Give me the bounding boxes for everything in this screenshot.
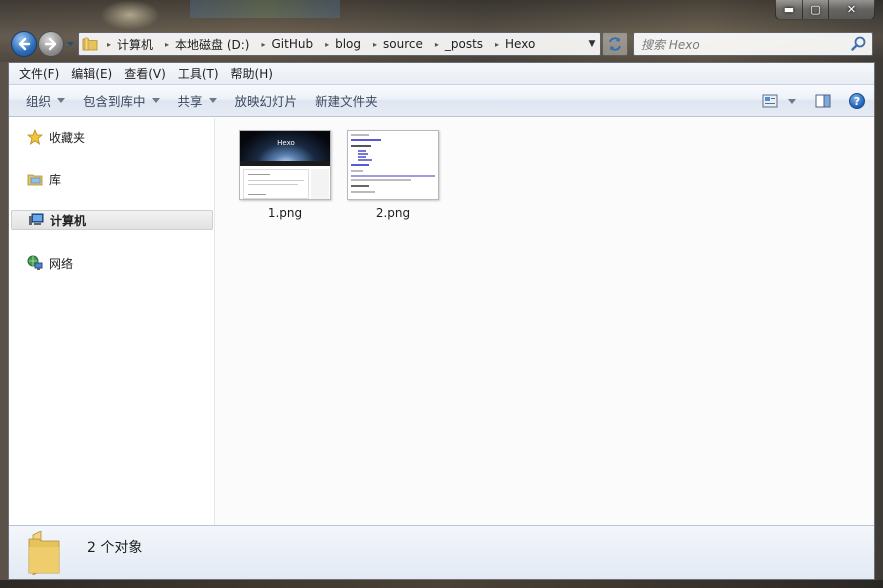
help-button[interactable]: ? — [840, 93, 874, 109]
organize-label: 组织 — [26, 94, 52, 109]
view-icon — [762, 94, 778, 108]
menu-file[interactable]: 文件(F) — [13, 63, 65, 85]
network-icon — [27, 255, 43, 270]
breadcrumb-separator-icon[interactable]: ▸ — [159, 40, 175, 49]
nav-item-libraries[interactable]: 库 — [11, 169, 213, 189]
thumbnail-title: Hexo — [277, 139, 295, 147]
organize-button[interactable]: 组织 — [17, 85, 74, 117]
back-button[interactable] — [11, 31, 37, 57]
recent-pages-dropdown-icon[interactable] — [66, 40, 75, 48]
command-bar: 组织 包含到库中 共享 放映幻灯片 新建文件夹 ? — [9, 85, 874, 117]
item-count: 2 个对象 — [87, 539, 143, 556]
breadcrumb-separator-icon[interactable]: ▸ — [319, 40, 335, 49]
include-in-library-label: 包含到库中 — [83, 94, 146, 109]
breadcrumb-separator-icon[interactable]: ▸ — [367, 40, 383, 49]
share-label: 共享 — [177, 94, 203, 109]
breadcrumb-separator-icon[interactable]: ▸ — [489, 40, 505, 49]
nav-label: 收藏夹 — [49, 130, 86, 145]
breadcrumb-separator-icon[interactable]: ▸ — [101, 40, 117, 49]
file-item[interactable]: Hexo 1.png — [235, 126, 335, 224]
main-area: 收藏夹 库 计算机 网络 Hexo 1.png 2.png — [9, 118, 874, 525]
thumbnail-nav-strip — [240, 161, 330, 166]
menu-help[interactable]: 帮助(H) — [225, 63, 279, 85]
file-name[interactable]: 1.png — [268, 206, 302, 220]
file-item[interactable]: 2.png — [343, 126, 443, 224]
breadcrumb-local-disk-d[interactable]: 本地磁盘 (D:) — [175, 36, 255, 53]
breadcrumb-blog[interactable]: blog — [335, 37, 367, 51]
details-pane: 2 个对象 — [9, 525, 874, 579]
thumbnail-sidebar — [311, 169, 329, 199]
star-icon — [27, 129, 43, 145]
search-input[interactable]: 搜索 Hexo — [641, 36, 850, 53]
preview-pane-button[interactable] — [806, 94, 840, 108]
menu-edit[interactable]: 编辑(E) — [65, 63, 118, 85]
file-list: Hexo 1.png 2.png — [215, 118, 874, 525]
chevron-down-icon — [208, 98, 217, 103]
back-arrow-icon — [18, 37, 31, 51]
menu-view[interactable]: 查看(V) — [118, 63, 172, 85]
image-thumbnail — [347, 130, 439, 200]
maximize-button[interactable]: ▢ — [803, 0, 829, 20]
forward-button[interactable] — [38, 31, 64, 57]
search-icon[interactable] — [850, 35, 868, 53]
explorer-content: 文件(F) 编辑(E) 查看(V) 工具(T) 帮助(H) 组织 包含到库中 共… — [8, 62, 875, 580]
breadcrumb-source[interactable]: source — [383, 37, 429, 51]
minimize-button[interactable]: ▬ — [775, 0, 803, 20]
forward-arrow-icon — [44, 37, 57, 51]
search-box[interactable]: 搜索 Hexo — [633, 32, 873, 56]
new-folder-label: 新建文件夹 — [315, 94, 378, 109]
frame-glass-reflection — [100, 0, 160, 30]
breadcrumb-computer[interactable]: 计算机 — [117, 36, 159, 53]
include-in-library-button[interactable]: 包含到库中 — [74, 85, 169, 117]
change-view-button[interactable] — [756, 94, 806, 108]
breadcrumb-separator-icon[interactable]: ▸ — [429, 40, 445, 49]
folder-icon — [79, 33, 101, 55]
computer-icon — [29, 213, 44, 225]
breadcrumb-posts[interactable]: _posts — [445, 37, 489, 51]
breadcrumb: ▸ 计算机 ▸ 本地磁盘 (D:) ▸ GitHub ▸ blog ▸ sour… — [101, 33, 541, 55]
new-folder-button[interactable]: 新建文件夹 — [306, 85, 387, 117]
slideshow-button[interactable]: 放映幻灯片 — [226, 85, 307, 117]
preview-pane-icon — [815, 94, 831, 108]
nav-label: 计算机 — [50, 213, 87, 228]
chevron-down-icon[interactable] — [784, 94, 800, 108]
menu-bar: 文件(F) 编辑(E) 查看(V) 工具(T) 帮助(H) — [9, 63, 874, 85]
folder-icon — [28, 530, 60, 575]
menu-tools[interactable]: 工具(T) — [172, 63, 225, 85]
refresh-button[interactable] — [602, 32, 628, 56]
address-dropdown-icon[interactable]: ▼ — [584, 33, 600, 55]
thumbnail-body — [243, 169, 309, 199]
breadcrumb-hexo[interactable]: Hexo — [505, 37, 541, 51]
file-name[interactable]: 2.png — [376, 206, 410, 220]
chevron-down-icon — [151, 98, 160, 103]
address-bar[interactable]: ▸ 计算机 ▸ 本地磁盘 (D:) ▸ GitHub ▸ blog ▸ sour… — [78, 32, 601, 56]
chevron-down-icon — [57, 98, 66, 103]
breadcrumb-separator-icon[interactable]: ▸ — [255, 40, 271, 49]
slideshow-label: 放映幻灯片 — [234, 94, 298, 109]
frame-glass-reflection — [190, 0, 340, 18]
share-button[interactable]: 共享 — [169, 85, 226, 117]
nav-label: 库 — [49, 172, 62, 187]
command-bar-right: ? — [756, 85, 874, 117]
close-button[interactable]: ✕ — [829, 0, 875, 20]
nav-item-favorites[interactable]: 收藏夹 — [11, 127, 213, 147]
refresh-icon — [609, 37, 621, 51]
image-thumbnail: Hexo — [239, 130, 331, 200]
nav-label: 网络 — [49, 256, 74, 271]
breadcrumb-github[interactable]: GitHub — [271, 37, 319, 51]
frame-bottom-edge — [0, 580, 883, 588]
nav-item-network[interactable]: 网络 — [11, 253, 213, 273]
caption-buttons: ▬ ▢ ✕ — [775, 0, 875, 20]
library-icon — [27, 174, 43, 186]
help-icon: ? — [849, 93, 865, 109]
navigation-pane: 收藏夹 库 计算机 网络 — [9, 118, 215, 525]
nav-item-computer[interactable]: 计算机 — [11, 210, 213, 230]
